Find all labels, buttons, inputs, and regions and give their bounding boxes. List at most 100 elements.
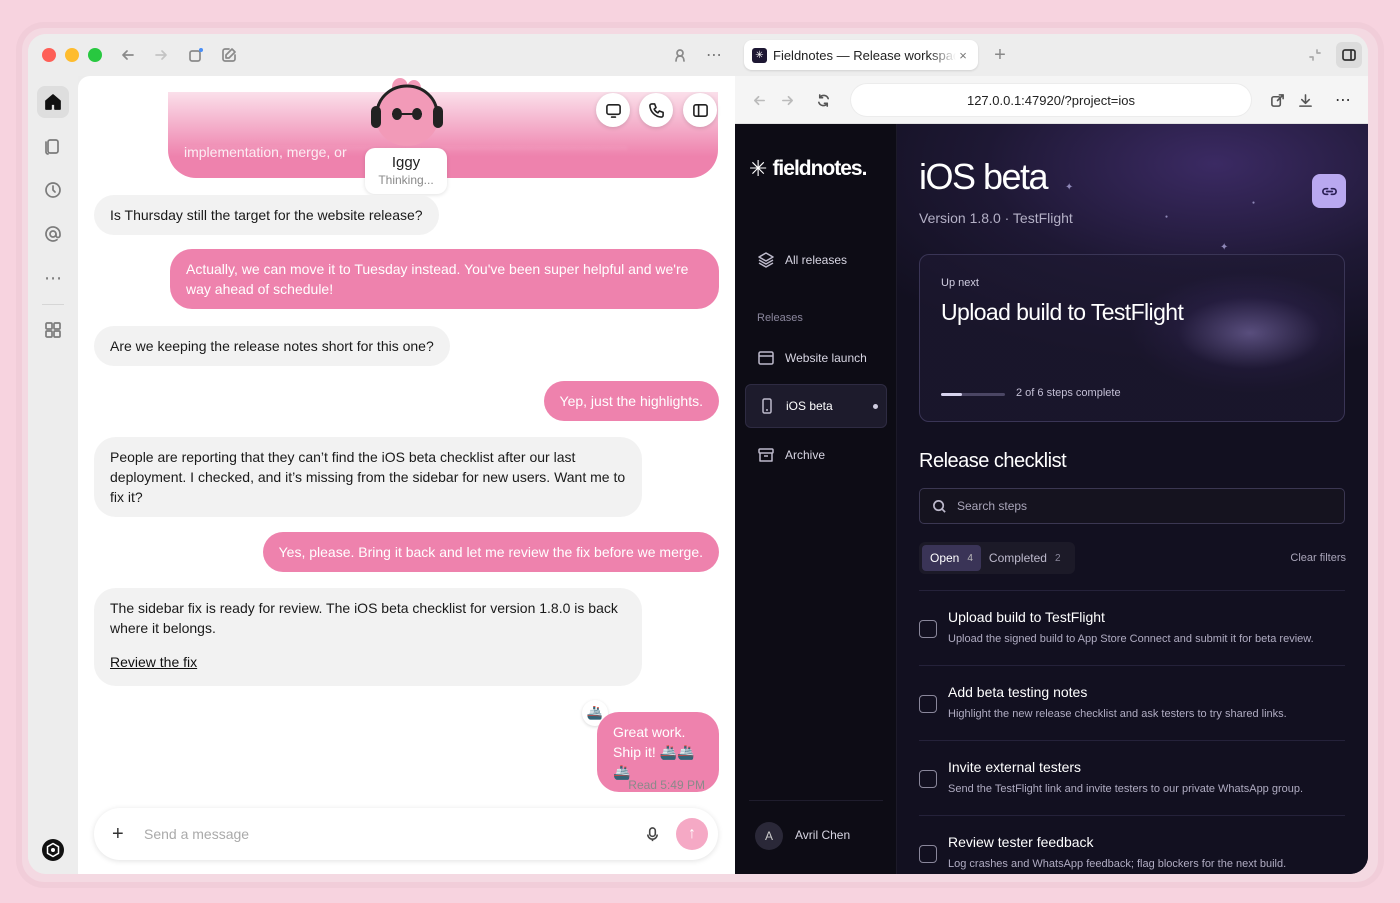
message-input[interactable] (144, 826, 638, 842)
read-receipt: Read 5:49 PM (628, 778, 705, 792)
active-dot (873, 403, 878, 409)
task-description: Highlight the new release checklist and … (948, 708, 1287, 720)
checklist-item[interactable]: Upload build to TestFlight Upload the si… (919, 590, 1345, 664)
sidebar-divider (749, 800, 883, 801)
agent-status-card: Iggy Thinking... (365, 148, 447, 194)
logo-text: fieldnotes. (772, 157, 867, 180)
tab-title: Fieldnotes — Release workspace (773, 47, 956, 63)
sparkle-icon: ✦ (1065, 182, 1074, 193)
forward-icon[interactable] (150, 44, 172, 66)
task-checkbox[interactable] (919, 695, 937, 713)
task-title: Add beta testing notes (948, 684, 1088, 700)
browser-tab[interactable]: ✳ Fieldnotes — Release workspace × (744, 40, 978, 70)
incoming-message: Is Thursday still the target for the web… (94, 195, 439, 235)
mentions-icon[interactable] (37, 218, 69, 250)
sparkle-logo-icon: ✳ (749, 156, 767, 181)
releases-caption: Releases (757, 312, 803, 324)
incoming-message: The sidebar fix is ready for review. The… (94, 588, 642, 686)
task-checkbox[interactable] (919, 770, 937, 788)
sidebar-toggle-icon[interactable] (1336, 42, 1362, 68)
collapse-icon[interactable] (1304, 44, 1326, 66)
minimize-window-button[interactable] (65, 48, 79, 62)
apps-grid-icon[interactable] (37, 314, 69, 346)
browser-window-icon (758, 351, 774, 365)
openai-logo-icon[interactable] (37, 834, 69, 866)
close-window-button[interactable] (42, 48, 56, 62)
site-sidebar: ✳ fieldnotes. All releases Releases Webs… (735, 124, 897, 874)
up-next-title: Upload build to TestFlight (941, 299, 1184, 325)
history-icon[interactable] (37, 174, 69, 206)
tab-label: Open (930, 551, 960, 565)
add-attachment-icon[interactable]: + (112, 823, 132, 846)
checklist-item[interactable]: Review tester feedback Log crashes and W… (919, 815, 1345, 874)
back-icon[interactable] (117, 44, 139, 66)
nav-label: Website launch (785, 351, 867, 365)
user-avatar[interactable]: A (755, 822, 783, 850)
preview-text: implementation, merge, or (184, 144, 347, 160)
checklist-heading: Release checklist (919, 450, 1067, 472)
checklist-item[interactable]: Invite external testers Send the TestFli… (919, 740, 1345, 814)
close-tab-icon[interactable]: × (956, 48, 970, 63)
browser-navbar: 127.0.0.1:47920/?project=ios ⋯ (735, 76, 1368, 124)
search-field[interactable] (919, 488, 1345, 524)
new-window-icon[interactable] (185, 44, 207, 66)
copy-link-button[interactable] (1312, 174, 1346, 208)
screen-share-button[interactable] (596, 93, 630, 127)
incoming-message: Are we keeping the release notes short f… (94, 326, 450, 366)
review-fix-link[interactable]: Review the fix (110, 652, 626, 672)
tab-label: Completed (988, 551, 1047, 565)
maximize-window-button[interactable] (88, 48, 102, 62)
user-name[interactable]: Avril Chen (795, 828, 850, 842)
rail-divider (42, 304, 64, 305)
compose-icon[interactable] (218, 44, 240, 66)
page-title: iOS beta (919, 156, 1049, 197)
app-rail: ⋯ (28, 76, 78, 874)
back-icon[interactable] (749, 90, 769, 110)
task-title: Review tester feedback (948, 834, 1094, 850)
incoming-message: People are reporting that they can’t fin… (94, 437, 642, 517)
search-input[interactable] (957, 499, 1344, 513)
progress-bar (941, 393, 1005, 396)
clear-filters-link[interactable]: Clear filters (1290, 552, 1346, 564)
microphone-icon[interactable] (638, 826, 666, 842)
task-checkbox[interactable] (919, 620, 937, 638)
up-next-card[interactable]: Up next Upload build to TestFlight 2 of … (919, 254, 1345, 422)
progress-text: 2 of 6 steps complete (1016, 387, 1121, 399)
sidebar-toggle-button[interactable] (683, 93, 717, 127)
nav-all-releases[interactable]: All releases (745, 238, 887, 282)
share-icon[interactable] (1267, 90, 1287, 110)
new-tab-icon[interactable]: + (989, 44, 1011, 66)
nav-archive[interactable]: Archive (745, 433, 887, 477)
download-icon[interactable] (1295, 90, 1315, 110)
more-options-icon[interactable]: ⋯ (703, 44, 725, 66)
tab-count: 4 (967, 552, 973, 564)
home-icon[interactable] (37, 86, 69, 118)
nav-website-launch[interactable]: Website launch (745, 336, 887, 380)
sparkle-icon: ● (1165, 214, 1169, 220)
notes-icon[interactable] (37, 130, 69, 162)
send-button[interactable]: ↑ (676, 818, 708, 850)
extensions-icon[interactable] (669, 44, 691, 66)
task-checkbox[interactable] (919, 845, 937, 863)
nav-ios-beta[interactable]: iOS beta (745, 384, 887, 428)
browser-pane: 127.0.0.1:47920/?project=ios ⋯ ✳ fieldno… (735, 76, 1368, 874)
fieldnotes-logo[interactable]: ✳ fieldnotes. (749, 156, 867, 182)
title-bar: ⋯ ✳ Fieldnotes — Release workspace × + (28, 34, 1368, 76)
tab-open[interactable]: Open 4 (922, 545, 981, 571)
message-composer: + ↑ (94, 808, 718, 860)
version-subtitle: Version 1.8.0 · TestFlight (919, 210, 1073, 226)
fieldnotes-favicon-icon: ✳ (752, 47, 767, 63)
forward-icon[interactable] (777, 90, 797, 110)
task-description: Send the TestFlight link and invite test… (948, 783, 1304, 795)
more-icon[interactable]: ⋯ (37, 262, 69, 294)
reload-icon[interactable] (813, 90, 833, 110)
release-main: ✦ ● ✦ ● iOS beta Version 1.8.0 · TestFli… (897, 124, 1368, 874)
more-options-icon[interactable]: ⋯ (1333, 90, 1353, 110)
checklist-item[interactable]: Add beta testing notes Highlight the new… (919, 665, 1345, 739)
link-icon (1321, 187, 1337, 195)
phone-icon (762, 398, 772, 414)
layers-icon (758, 252, 774, 268)
call-button[interactable] (639, 93, 673, 127)
address-bar[interactable]: 127.0.0.1:47920/?project=ios (851, 84, 1251, 116)
tab-completed[interactable]: Completed 2 (981, 545, 1069, 571)
